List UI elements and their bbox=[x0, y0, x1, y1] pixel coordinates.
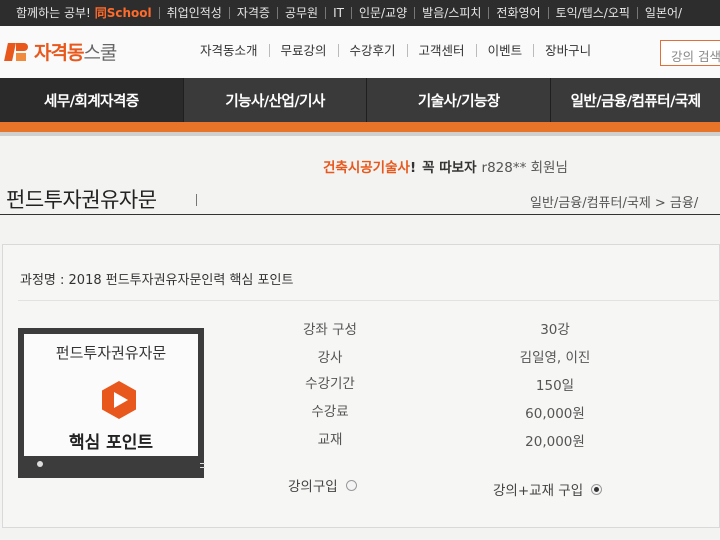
thumbnail-menu-icon bbox=[200, 463, 205, 468]
brand-school-logo[interactable]: 同School bbox=[95, 6, 152, 20]
title-separator bbox=[196, 194, 197, 206]
course-thumbnail[interactable]: 펀드투자권유자문 핵심 포인트 bbox=[18, 328, 205, 478]
top-link-speech[interactable]: 발음/스피치 bbox=[415, 7, 490, 19]
top-link-study[interactable]: 함께하는 공부! 同School bbox=[16, 7, 160, 19]
welcome-exclamation: ! bbox=[409, 160, 417, 176]
nav-shadow-bar bbox=[0, 132, 720, 136]
option-lecture-textbook-label: 강의+교재 구입 bbox=[493, 483, 584, 499]
header-nav: 자격동소개 무료강의 수강후기 고객센터 이벤트 장바구니 bbox=[190, 44, 602, 57]
course-name: 과정명 : 2018 펀드투자권유자문인력 핵심 포인트 bbox=[20, 273, 294, 288]
category-nav: 세무/회계자격증 기능사/산업/기사 기술사/기능장 일반/금융/컴퓨터/국제 bbox=[0, 78, 720, 122]
thumbnail-screen: 펀드투자권유자문 핵심 포인트 bbox=[24, 334, 198, 456]
top-link-toeic[interactable]: 토익/텝스/오픽 bbox=[549, 7, 638, 19]
info-value-instructor: 김일영, 이진 bbox=[519, 350, 591, 366]
option-lecture-textbook-radio[interactable] bbox=[591, 483, 603, 495]
site-header: 자격동스쿨 자격동소개 무료강의 수강후기 고객센터 이벤트 장바구니 강의 검… bbox=[0, 26, 720, 78]
nav-cart[interactable]: 장바구니 bbox=[534, 44, 602, 57]
site-logo[interactable]: 자격동스쿨 bbox=[4, 38, 117, 65]
thumbnail-subtitle: 핵심 포인트 bbox=[68, 433, 154, 453]
info-value-textbook: 20,000원 bbox=[525, 434, 585, 450]
option-lecture-only-label: 강의구입 bbox=[288, 479, 338, 495]
thumbnail-title: 펀드투자권유자문 bbox=[55, 344, 167, 362]
info-value-composition: 30강 bbox=[540, 322, 570, 338]
info-label-composition: 강좌 구성 bbox=[303, 322, 357, 338]
top-link-certificate[interactable]: 자격증 bbox=[230, 7, 278, 19]
info-label-textbook: 교재 bbox=[317, 432, 343, 448]
welcome-course: 건축시공기술사 bbox=[323, 160, 410, 176]
nav-about[interactable]: 자격동소개 bbox=[190, 44, 270, 57]
option-lecture-only[interactable]: 강의구입 bbox=[288, 475, 357, 495]
category-tax-accounting[interactable]: 세무/회계자격증 bbox=[0, 78, 184, 122]
option-lecture-only-radio[interactable] bbox=[345, 479, 357, 491]
nav-accent-bar bbox=[0, 122, 720, 132]
top-link-japanese[interactable]: 일본어/ bbox=[638, 7, 689, 19]
info-label-period: 수강기간 bbox=[305, 376, 355, 392]
breadcrumb[interactable]: 일반/금융/컴퓨터/국제 > 금융/ bbox=[530, 192, 698, 211]
category-craftsman-engineer[interactable]: 기능사/산업/기사 bbox=[184, 78, 368, 122]
play-icon[interactable] bbox=[100, 380, 138, 420]
top-link-study-label: 함께하는 공부! bbox=[16, 6, 91, 20]
info-value-period: 150일 bbox=[535, 378, 575, 394]
title-divider bbox=[0, 214, 720, 215]
nav-reviews[interactable]: 수강후기 bbox=[339, 44, 408, 57]
top-link-it[interactable]: IT bbox=[326, 7, 352, 19]
top-links-bar: 함께하는 공부! 同School 취업인적성 자격증 공무원 IT 인문/교양 … bbox=[0, 0, 720, 26]
info-label-fee: 수강료 bbox=[311, 404, 349, 420]
logo-text: 자격동스쿨 bbox=[34, 42, 117, 64]
top-link-civil-service[interactable]: 공무원 bbox=[278, 7, 327, 19]
nav-customer-center[interactable]: 고객센터 bbox=[408, 44, 477, 57]
search-input[interactable]: 강의 검색 bbox=[660, 40, 720, 66]
nav-free-lectures[interactable]: 무료강의 bbox=[270, 44, 339, 57]
welcome-message: 건축시공기술사! 꼭 따보자 r828** 회원님 bbox=[323, 156, 568, 176]
top-link-job-aptitude[interactable]: 취업인적성 bbox=[160, 7, 230, 19]
welcome-greeting: 꼭 따보자 bbox=[422, 160, 477, 176]
category-professional-engineer[interactable]: 기술사/기능장 bbox=[367, 78, 552, 122]
top-link-phone-english[interactable]: 전화영어 bbox=[489, 7, 549, 19]
course-panel-divider bbox=[18, 300, 720, 301]
info-value-fee: 60,000원 bbox=[525, 406, 585, 422]
page-title: 펀드투자권유자문 bbox=[6, 188, 157, 212]
thumbnail-dot-icon bbox=[37, 461, 43, 467]
option-lecture-textbook[interactable]: 강의+교재 구입 bbox=[493, 479, 603, 499]
category-general-finance[interactable]: 일반/금융/컴퓨터/국제 bbox=[551, 78, 720, 122]
info-label-instructor: 강사 bbox=[317, 350, 343, 366]
top-link-humanities[interactable]: 인문/교양 bbox=[352, 7, 416, 19]
nav-events[interactable]: 이벤트 bbox=[477, 44, 535, 57]
welcome-user: r828** 회원님 bbox=[481, 160, 568, 176]
logo-mark-icon bbox=[4, 41, 30, 63]
